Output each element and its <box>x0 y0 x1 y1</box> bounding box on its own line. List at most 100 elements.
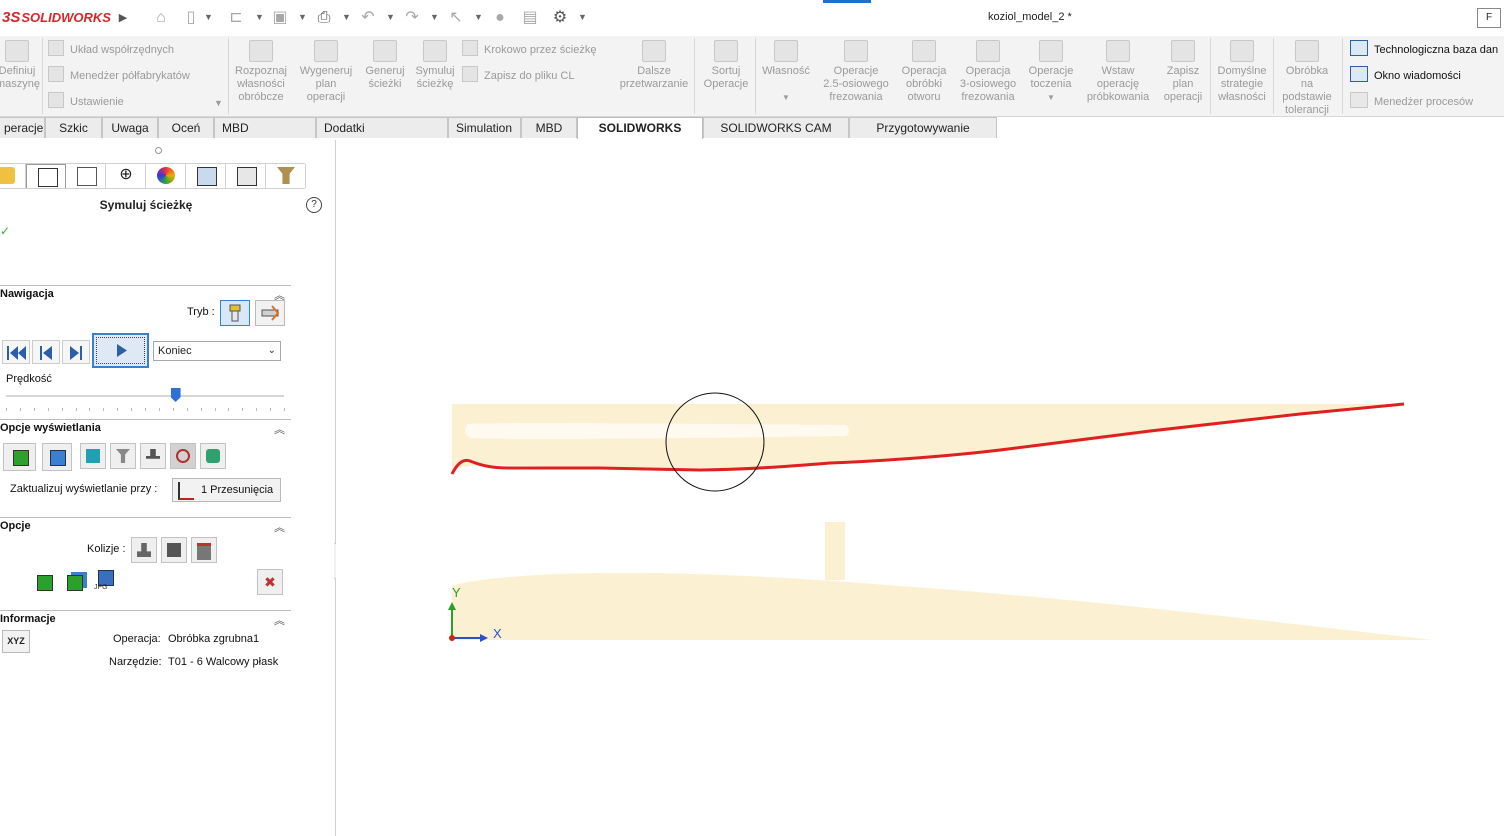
information-header[interactable]: Informacje <box>0 613 56 625</box>
compare-stock-button[interactable] <box>32 570 58 596</box>
ok-check-icon[interactable]: ✓ <box>0 224 10 238</box>
panel-grip-icon[interactable] <box>155 147 162 154</box>
navigation-header[interactable]: Nawigacja <box>0 288 54 300</box>
tab-solidworks-cam[interactable]: SOLIDWORKS CAM <box>577 117 703 156</box>
play-button[interactable] <box>92 333 149 368</box>
xyz-info-button[interactable]: XYZ <box>2 630 30 653</box>
tab-cam-tools[interactable] <box>266 164 306 188</box>
collapse-chevron-icon[interactable]: ︽ <box>274 612 285 628</box>
print-dropdown-icon[interactable]: ▼ <box>342 12 351 22</box>
generate-toolpath-button[interactable]: Generuj ścieżki <box>360 38 410 91</box>
display-fixture-button[interactable] <box>80 443 106 469</box>
save-jpg-button[interactable]: JPG <box>93 568 119 594</box>
file-properties-icon[interactable]: ▤ <box>520 8 540 28</box>
message-window-button[interactable]: Okno wiadomości <box>1350 66 1461 84</box>
tab-mbd[interactable]: MBD <box>521 117 577 138</box>
process-manager-button[interactable]: Menedżer procesów <box>1350 92 1473 110</box>
undo-dropdown-icon[interactable]: ▼ <box>386 12 395 22</box>
rebuild-icon[interactable]: ● <box>490 8 510 28</box>
collision-holder-button[interactable] <box>161 537 187 563</box>
feature-button[interactable]: Własność ▼ <box>758 38 814 104</box>
display-toolpath-button[interactable] <box>170 443 196 469</box>
collapse-chevron-icon[interactable]: ︽ <box>274 519 285 535</box>
tab-cam-feature-tree[interactable] <box>0 164 26 188</box>
collapse-chevron-icon[interactable]: ︽ <box>274 421 285 437</box>
display-tool-button[interactable] <box>110 443 136 469</box>
post-process-button[interactable]: Dalsze przetwarzanie <box>616 38 692 91</box>
new-document-icon[interactable]: ▯ <box>181 8 201 28</box>
gear-icon[interactable]: ⚙ <box>550 8 570 28</box>
tab-sketch[interactable]: Szkic <box>45 117 102 138</box>
define-machine-button[interactable]: Definiuj maszynę <box>0 38 40 91</box>
tab-simulation[interactable]: Simulation <box>448 117 521 138</box>
open-folder-icon[interactable]: ⊏ <box>226 8 246 28</box>
step-through-button[interactable]: Krokowo przez ścieżkę <box>462 40 597 58</box>
tab-solidworks-cam-tbm[interactable]: SOLIDWORKS CAM TBM <box>703 117 849 156</box>
tab-operations[interactable]: peracje <box>0 117 45 138</box>
simulate-toolpath-button[interactable]: Symuluj ścieżkę <box>411 38 459 91</box>
tab-cam-operation-tree[interactable] <box>186 164 226 188</box>
options-header[interactable]: Opcje <box>0 520 31 532</box>
simulation-settings-button[interactable]: ✖ <box>257 569 283 595</box>
home-icon[interactable]: ⌂ <box>151 8 171 28</box>
tab-configuration-manager[interactable] <box>66 164 106 188</box>
save-plan-button[interactable]: Zapisz plan operacji <box>1158 38 1208 104</box>
options-dropdown-icon[interactable]: ▼ <box>578 12 587 22</box>
command-search-button[interactable]: F <box>1477 8 1501 28</box>
collision-tool-button[interactable] <box>131 537 157 563</box>
solidworks-logo[interactable]: 3SSOLIDWORKS <box>2 9 111 26</box>
run-to-select[interactable]: Koniec ⌄ <box>153 341 281 361</box>
tech-database-button[interactable]: Technologiczna baza dan <box>1350 40 1498 58</box>
step-back-button[interactable] <box>32 340 60 364</box>
save-stock-button[interactable] <box>62 570 88 596</box>
redo-dropdown-icon[interactable]: ▼ <box>430 12 439 22</box>
redo-icon[interactable]: ↷ <box>402 8 422 28</box>
coord-system-button[interactable]: Układ współrzędnych <box>48 40 174 58</box>
step-forward-button[interactable] <box>62 340 90 364</box>
display-holder-button[interactable] <box>140 443 166 469</box>
sort-operations-button[interactable]: Sortuj Operacje <box>700 38 752 91</box>
setup-button[interactable]: Ustawienie <box>48 92 124 110</box>
display-options-header[interactable]: Opcje wyświetlania <box>0 422 101 434</box>
feature-dropdown-icon[interactable]: ▼ <box>782 93 790 102</box>
stock-manager-button[interactable]: Menedżer półfabrykatów <box>48 66 190 84</box>
setup-dropdown-icon[interactable]: ▼ <box>214 94 223 112</box>
tab-property-manager[interactable] <box>26 164 66 188</box>
tab-cam-tool-tree[interactable] <box>226 164 266 188</box>
extract-features-button[interactable]: Rozpoznaj własności obróbcze <box>230 38 292 104</box>
display-transparency-button[interactable] <box>200 443 226 469</box>
tab-dimxpert[interactable]: ⊕ <box>106 164 146 188</box>
open-dropdown-icon[interactable]: ▼ <box>255 12 264 22</box>
generate-plan-button[interactable]: Wygeneruj plan operacji <box>294 38 358 104</box>
tab-mbd-dimension[interactable]: MBD Dimension <box>214 117 316 156</box>
insert-probe-button[interactable]: Wstaw operację próbkowania <box>1082 38 1154 104</box>
tab-evaluate[interactable]: Oceń <box>158 117 214 138</box>
mill-3-axis-button[interactable]: Operacja 3-osiowego frezowania <box>954 38 1022 104</box>
tab-markup[interactable]: Uwaga <box>102 117 158 138</box>
save-cl-button[interactable]: Zapisz do pliku CL <box>462 66 575 84</box>
tab-solidworks-addins[interactable]: Dodatki SOLIDWORKS <box>316 117 448 156</box>
mode-part-button[interactable] <box>255 300 285 326</box>
chevron-right-icon[interactable]: ▶ <box>113 8 133 28</box>
display-part-button[interactable] <box>42 443 72 471</box>
collision-shank-button[interactable] <box>191 537 217 563</box>
go-to-start-button[interactable] <box>2 340 30 364</box>
display-stock-button[interactable] <box>3 443 36 471</box>
speed-slider-track[interactable] <box>6 395 284 397</box>
turn-operations-button[interactable]: Operacje toczenia ▼ <box>1024 38 1078 104</box>
turn-dropdown-icon[interactable]: ▼ <box>1047 93 1055 102</box>
default-strategy-button[interactable]: Domyślne strategie własności <box>1213 38 1271 104</box>
mode-tool-button[interactable] <box>220 300 250 326</box>
mill-25-axis-button[interactable]: Operacje 2.5-osiowego frezowania <box>818 38 894 104</box>
tolerance-machining-button[interactable]: Obróbka na podstawie tolerancji <box>1277 38 1337 117</box>
undo-icon[interactable]: ↶ <box>358 8 378 28</box>
select-cursor-icon[interactable]: ↖ <box>446 8 466 28</box>
select-dropdown-icon[interactable]: ▼ <box>474 12 483 22</box>
tab-display-manager[interactable] <box>146 164 186 188</box>
graphics-viewport[interactable]: Y X <box>336 140 1504 836</box>
update-display-button[interactable]: 1 Przesunięcia <box>172 478 281 502</box>
tab-analysis-preparation[interactable]: Przygotowywanie analizy <box>849 117 997 156</box>
help-icon[interactable]: ? <box>306 197 322 213</box>
print-icon[interactable]: ⎙ <box>314 8 334 28</box>
hole-machining-button[interactable]: Operacja obróbki otworu <box>896 38 952 104</box>
